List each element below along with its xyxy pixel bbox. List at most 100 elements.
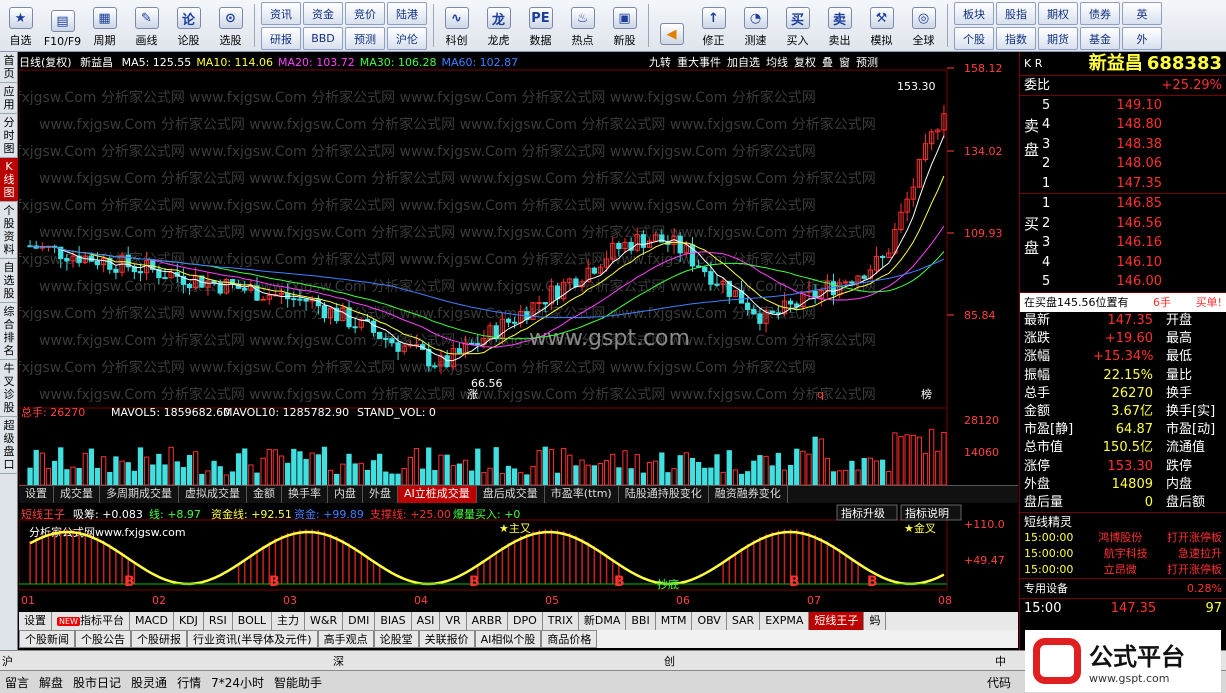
indicator-tab-20[interactable]: EXPMA [760,612,810,630]
news-tab-4[interactable]: 高手观点 [317,630,374,648]
toolbar-button-data-pe[interactable]: PE 数据 [520,0,562,51]
leftnav-item-1[interactable]: 应用 [0,83,18,114]
indicator-tab-19[interactable]: SAR [726,612,761,630]
toolbar-button-star[interactable]: ★ 自选 [0,0,42,51]
toolbar-tab-2[interactable]: 竞价 [345,2,385,25]
volume-tab-3[interactable]: 虚拟成交量 [179,486,247,503]
kline-chart-area[interactable]: 日线(复权) 新益昌 MA5: 125.55 MA10: 114.06 MA20: … [19,52,1018,650]
indicator-tab-11[interactable]: VR [440,612,467,630]
volume-tab-12[interactable]: 融资融券变化 [709,486,788,503]
toolbar-market-tab-2[interactable]: 期权 [1038,2,1078,25]
indicator-tab-21[interactable]: 短线王子 [809,612,865,630]
toolbar-button-document[interactable]: ▤ F10/F9 [42,0,84,51]
volume-tab-6[interactable]: 内盘 [328,486,363,503]
leftnav-item-2[interactable]: 分时图 [0,114,18,158]
leftnav-item-7[interactable]: 牛叉诊股 [0,360,18,417]
indicator-tab-15[interactable]: 新DMA [578,612,627,630]
toolbar-market-tab-1[interactable]: 股指 [996,2,1036,25]
leftnav-item-0[interactable]: 首页 [0,52,18,83]
toolbar-market-tab-0[interactable]: 板块 [954,2,994,25]
leftnav-item-6[interactable]: 综合排名 [0,303,18,360]
toolbar-button-hammer[interactable]: ⚒ 模拟 [861,0,903,51]
volume-tab-9[interactable]: 盘后成交量 [477,486,545,503]
news-tab-1[interactable]: 个股公告 [75,630,131,648]
news-tab-7[interactable]: AI相似个股 [474,630,542,648]
leftnav-item-3[interactable]: K线图 [0,158,18,202]
toolbar-tab-4[interactable]: 研报 [261,27,301,50]
volume-tab-7[interactable]: 外盘 [363,486,398,503]
toolbar-button-dragon-tiger[interactable]: 龙龙虎 [478,0,520,51]
funcbar-item-6[interactable]: 智能助手 [269,674,327,691]
status-sh[interactable]: 沪 [2,653,13,669]
volume-tab-1[interactable]: 成交量 [54,486,100,503]
indicator-tab-12[interactable]: ARBR [466,612,508,630]
funcbar-item-5[interactable]: 7*24小时 [206,674,269,691]
toolbar-button-stock-picker[interactable]: ⊙ 选股 [210,0,252,51]
indicator-tab-8[interactable]: DMI [343,612,376,630]
leftnav-item-8[interactable]: 超级盘口 [0,417,18,474]
toolbar-market-tab-4[interactable]: 英 [1122,2,1162,25]
sprite-row[interactable]: 15:00:00 立昂微 打开涨停板 [1020,562,1226,578]
toolbar-market-tab-8[interactable]: 基金 [1080,27,1120,50]
indicator-tab-14[interactable]: TRIX [542,612,579,630]
toolbar-market-tab-3[interactable]: 债券 [1080,2,1120,25]
indicator-tab-22[interactable]: 蚂 [864,612,887,630]
toolbar-button-correct[interactable]: ↑ 修正 [693,0,735,51]
status-zh[interactable]: 中 [995,653,1006,669]
indicator-tab-4[interactable]: RSI [203,612,233,630]
sprite-row[interactable]: 15:00:00 航宇科技 急速拉升 [1020,546,1226,562]
news-tab-0[interactable]: 个股新闻 [19,630,75,648]
volume-tab-0[interactable]: 设置 [19,486,54,503]
news-tab-5[interactable]: 论股堂 [373,630,419,648]
leftnav-item-5[interactable]: 自选股 [0,259,18,303]
volume-tab-8[interactable]: AI立桩成交量 [398,486,477,503]
news-tab-8[interactable]: 商品价格 [541,630,598,648]
indicator-tab-2[interactable]: MACD [129,612,174,630]
news-tab-6[interactable]: 关联报价 [418,630,475,648]
news-tab-3[interactable]: 行业资讯(半导体及元件) [187,630,318,648]
toolbar-tab-3[interactable]: 陆港 [387,2,427,25]
toolbar-tab-6[interactable]: 预测 [345,27,385,50]
funcbar-item-2[interactable]: 股市日记 [68,674,126,691]
indicator-tab-7[interactable]: W&R [305,612,344,630]
funcbar-item-3[interactable]: 股灵通 [126,674,172,691]
toolbar-market-tab-9[interactable]: 外 [1122,27,1162,50]
toolbar-button-sci-tech[interactable]: ∿ 科创 [436,0,478,51]
indicator-tab-1[interactable]: NEW 指标平台 [52,612,130,630]
volume-tab-11[interactable]: 陆股通持股变化 [619,486,709,503]
indicator-tab-17[interactable]: MTM [655,612,693,630]
indicator-tab-13[interactable]: DPO [507,612,543,630]
volume-tab-10[interactable]: 市盈率(ttm) [545,486,619,503]
toolbar-market-tab-5[interactable]: 个股 [954,27,994,50]
funcbar-item-4[interactable]: 行情 [172,674,206,691]
toolbar-button-speed-test[interactable]: ◔ 测速 [735,0,777,51]
funcbar-code[interactable]: 代码 [982,674,1016,691]
toolbar-button-fire[interactable]: ♨ 热点 [562,0,604,51]
indicator-tab-6[interactable]: 主力 [272,612,306,630]
status-sz[interactable]: 深 [333,653,344,669]
funcbar-item-0[interactable]: 留言 [0,674,34,691]
volume-tab-2[interactable]: 多周期成交量 [100,486,179,503]
toolbar-button-globe[interactable]: ◎ 全球 [903,0,945,51]
indicator-tab-3[interactable]: KDJ [173,612,204,630]
funcbar-item-1[interactable]: 解盘 [34,674,68,691]
toolbar-button-discuss[interactable]: 论论股 [168,0,210,51]
toolbar-button-calendar[interactable]: ▦ 周期 [84,0,126,51]
toolbar-market-tab-7[interactable]: 期货 [1038,27,1078,50]
indicator-tab-10[interactable]: ASI [411,612,441,630]
status-cy[interactable]: 创 [664,653,675,669]
toolbar-button-ipo[interactable]: ▣ 新股 [604,0,646,51]
toolbar-tab-1[interactable]: 资金 [303,2,343,25]
indicator-tab-0[interactable]: 设置 [19,612,52,630]
volume-tab-5[interactable]: 换手率 [282,486,328,503]
sprite-row[interactable]: 15:00:00 鸿博股份 打开涨停板 [1020,530,1226,546]
volume-tab-4[interactable]: 金额 [247,486,282,503]
back-button[interactable]: ◀ [651,0,693,51]
toolbar-tab-0[interactable]: 资讯 [261,2,301,25]
indicator-tab-9[interactable]: BIAS [375,612,412,630]
toolbar-market-tab-6[interactable]: 指数 [996,27,1036,50]
leftnav-item-4[interactable]: 个股资料 [0,202,18,259]
indicator-tab-18[interactable]: OBV [692,612,727,630]
toolbar-tab-5[interactable]: BBD [303,27,343,50]
toolbar-tab-7[interactable]: 沪伦 [387,27,427,50]
